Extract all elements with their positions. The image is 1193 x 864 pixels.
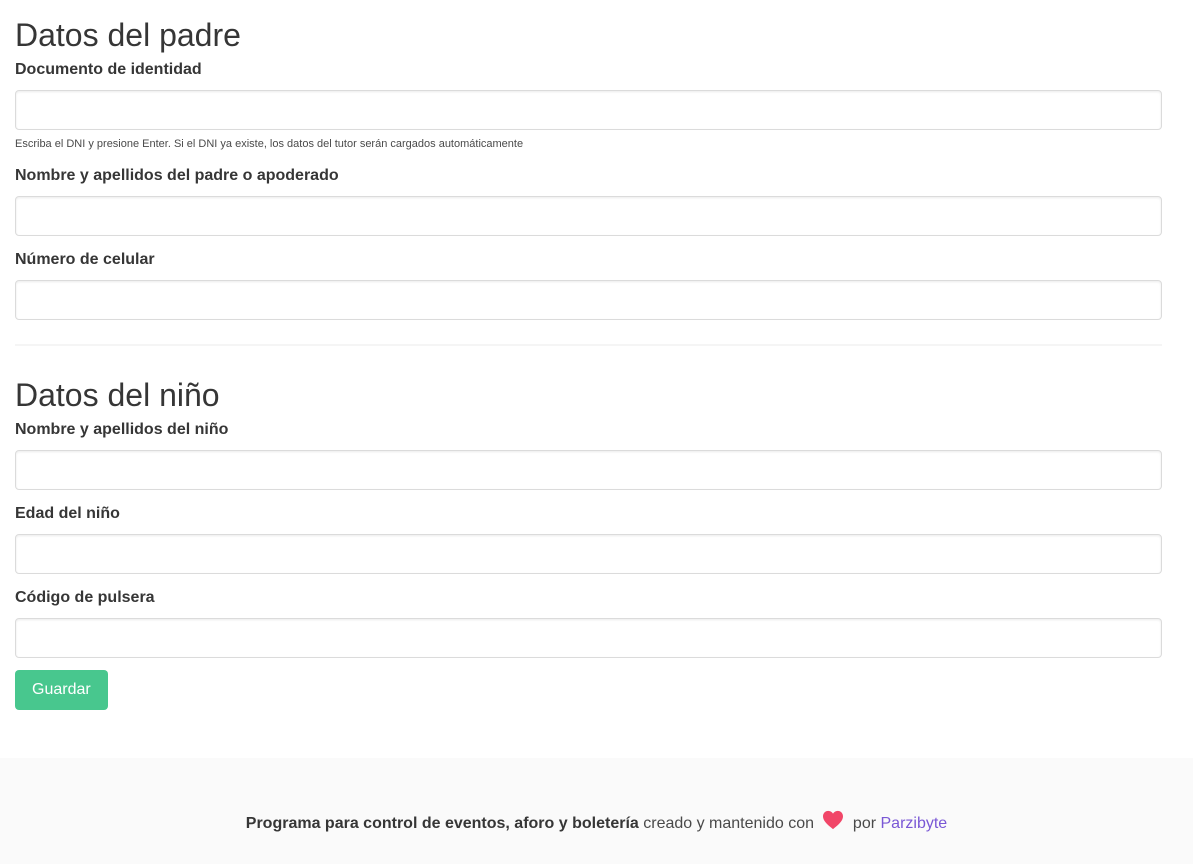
section-divider: [15, 344, 1162, 346]
footer-by-text: por: [852, 815, 877, 832]
child-age-input[interactable]: [15, 534, 1162, 574]
footer: Programa para control de eventos, aforo …: [0, 758, 1193, 864]
phone-input[interactable]: [15, 280, 1162, 320]
footer-product-text: Programa para control de eventos, aforo …: [245, 815, 639, 832]
bracelet-code-input[interactable]: [15, 618, 1162, 658]
child-name-input[interactable]: [15, 450, 1162, 490]
father-name-label: Nombre y apellidos del padre o apoderado: [15, 167, 339, 184]
dni-input[interactable]: [15, 90, 1162, 130]
child-name-label: Nombre y apellidos del niño: [15, 421, 229, 438]
bracelet-code-label: Código de pulsera: [15, 589, 155, 606]
child-section-title: Datos del niño: [15, 377, 220, 413]
footer-text: Programa para control de eventos, aforo …: [0, 810, 1193, 838]
child-age-label: Edad del niño: [15, 505, 120, 522]
save-button[interactable]: Guardar: [15, 670, 108, 710]
father-section-title: Datos del padre: [15, 17, 241, 53]
dni-label: Documento de identidad: [15, 61, 202, 78]
father-name-input[interactable]: [15, 196, 1162, 236]
phone-label: Número de celular: [15, 251, 155, 268]
dni-help-text: Escriba el DNI y presione Enter. Si el D…: [15, 138, 524, 150]
parzibyte-link[interactable]: Parzibyte: [881, 815, 948, 832]
heart-icon: [822, 810, 844, 838]
footer-made-text: creado y mantenido con: [643, 815, 815, 832]
